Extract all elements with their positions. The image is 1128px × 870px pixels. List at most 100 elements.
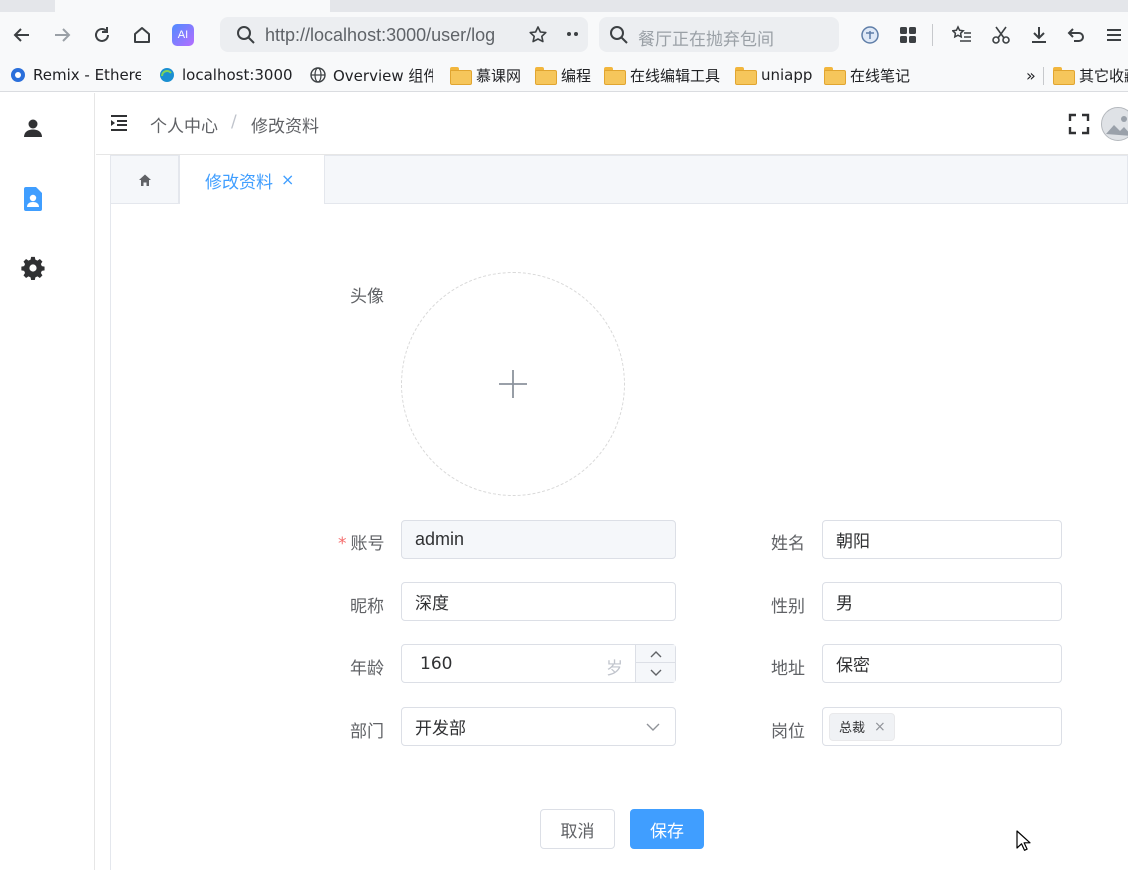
save-button[interactable]: 保存 — [630, 809, 704, 849]
bookmark-label: 在线编辑工具 — [630, 66, 721, 85]
home-icon[interactable] — [129, 22, 155, 48]
scissors-icon[interactable] — [988, 22, 1014, 48]
sidebar-item-user[interactable] — [17, 112, 49, 144]
tab-label: 修改资料 — [205, 172, 273, 193]
bookmark-label: Overview 组件 — [333, 66, 433, 85]
folder-icon — [735, 67, 757, 85]
browser-tab-strip — [0, 0, 1128, 12]
main-content: 头像 * 账号 admin 姓名 朝阳 昵称 深度 性别 男 年龄 160 岁 地… — [110, 204, 1128, 870]
position-tag-label: 总裁 — [839, 721, 866, 736]
tab-close-icon[interactable]: × — [281, 172, 294, 188]
app-header: 个人中心 / 修改资料 — [96, 93, 1128, 155]
download-icon[interactable] — [1026, 22, 1052, 48]
bookmark-folder-notes[interactable]: 在线笔记 — [824, 64, 910, 86]
account-label: * 账号 — [338, 529, 385, 554]
bookmark-label: localhost:3000/ — [182, 66, 292, 84]
more-dots-icon[interactable] — [566, 29, 580, 39]
plus-icon — [499, 370, 527, 398]
bookmarks-divider — [1043, 67, 1044, 85]
chevron-down-icon — [650, 669, 661, 676]
folder-icon — [535, 67, 557, 85]
bookmark-localhost[interactable]: localhost:3000/ — [158, 64, 292, 86]
sidebar-item-profile[interactable] — [17, 183, 49, 215]
gender-field[interactable]: 男 — [822, 582, 1062, 621]
cancel-button[interactable]: 取消 — [540, 809, 615, 849]
bookmark-label: 编程 — [561, 66, 592, 85]
age-label: 年龄 — [350, 659, 384, 679]
name-label: 姓名 — [771, 534, 805, 554]
apps-grid-icon[interactable] — [895, 22, 921, 48]
bookmark-label: 在线笔记 — [850, 66, 911, 85]
reload-icon[interactable] — [89, 22, 115, 48]
chevron-up-icon — [650, 650, 661, 657]
star-icon[interactable] — [528, 25, 548, 45]
avatar-uploader[interactable] — [401, 272, 625, 496]
position-tag: 总裁 × — [829, 712, 895, 741]
image-placeholder-icon — [1102, 108, 1128, 140]
globe-icon — [310, 67, 326, 83]
url-text: http://localhost:3000/user/log — [265, 25, 496, 45]
department-select[interactable]: 开发部 — [401, 707, 676, 746]
address-bar[interactable]: http://localhost:3000/user/log — [220, 17, 588, 52]
decrease-button[interactable] — [636, 664, 675, 682]
folder-icon — [1053, 67, 1075, 85]
breadcrumb-separator: / — [231, 112, 237, 132]
translate-icon[interactable] — [857, 22, 883, 48]
forward-icon[interactable] — [49, 22, 75, 48]
tag-home[interactable] — [111, 156, 179, 204]
account-label-text: 账号 — [350, 534, 385, 554]
home-tag-icon — [138, 174, 151, 186]
department-value: 开发部 — [415, 719, 466, 739]
folder-icon — [604, 67, 626, 85]
sidebar-item-settings[interactable] — [17, 252, 49, 284]
undo-icon[interactable] — [1063, 22, 1089, 48]
nickname-label: 昵称 — [350, 597, 384, 617]
breadcrumb-item-personal-center[interactable]: 个人中心 — [150, 112, 218, 137]
age-stepper — [635, 645, 675, 682]
bookmark-overview[interactable]: Overview 组件 — [309, 64, 433, 86]
address-field[interactable]: 保密 — [822, 644, 1062, 683]
menu-fold-icon[interactable] — [108, 112, 130, 134]
department-label: 部门 — [350, 722, 384, 742]
ai-icon[interactable]: AI — [170, 22, 196, 48]
increase-button[interactable] — [636, 645, 675, 663]
browser-active-tab[interactable] — [55, 0, 330, 12]
bookmark-folder-uniapp[interactable]: uniapp — [735, 64, 812, 86]
breadcrumb-item-edit-profile: 修改资料 — [251, 117, 319, 137]
account-field: admin — [401, 520, 676, 559]
bookmark-folder-other[interactable]: 其它收藏 — [1053, 64, 1128, 86]
app-sidebar — [0, 93, 95, 870]
age-number-input[interactable]: 160 岁 — [401, 644, 676, 683]
bookmark-label: 慕课网 — [476, 66, 522, 85]
toolbar-divider — [932, 24, 933, 46]
bookmark-label: 其它收藏 — [1079, 66, 1128, 85]
age-value: 160 — [420, 653, 453, 674]
ai-badge: AI — [172, 24, 194, 46]
gender-label: 性别 — [771, 597, 805, 617]
search-box-icon — [610, 26, 628, 44]
avatar-label: 头像 — [350, 287, 384, 307]
position-select[interactable]: 总裁 × — [822, 707, 1062, 746]
bookmarks-overflow-button[interactable]: » — [1026, 64, 1036, 86]
folder-icon — [450, 67, 472, 85]
fullscreen-icon[interactable] — [1068, 113, 1090, 135]
bookmark-folder-imooc[interactable]: 慕课网 — [450, 64, 521, 86]
mouse-cursor-icon — [1016, 830, 1031, 851]
bookmark-folder-coding[interactable]: 编程 — [535, 64, 591, 86]
required-asterisk: * — [338, 534, 347, 554]
gear-icon — [21, 256, 45, 280]
favorites-list-icon[interactable] — [949, 22, 975, 48]
avatar[interactable] — [1101, 107, 1128, 141]
edge-favicon-icon — [160, 68, 174, 82]
tag-close-icon[interactable]: × — [874, 719, 886, 735]
nickname-field[interactable]: 深度 — [401, 582, 676, 621]
tab-edit-profile[interactable]: 修改资料 × — [179, 155, 325, 205]
bookmark-remix[interactable]: Remix - Ethere — [9, 64, 141, 86]
name-field[interactable]: 朝阳 — [822, 520, 1062, 559]
user-icon — [24, 119, 42, 137]
menu-icon[interactable] — [1101, 22, 1127, 48]
bookmark-folder-online-editors[interactable]: 在线编辑工具 — [604, 64, 720, 86]
search-placeholder: 餐厅正在抛弃包间 — [638, 30, 774, 50]
back-icon[interactable] — [9, 22, 35, 48]
search-box[interactable]: 餐厅正在抛弃包间 — [599, 17, 839, 52]
